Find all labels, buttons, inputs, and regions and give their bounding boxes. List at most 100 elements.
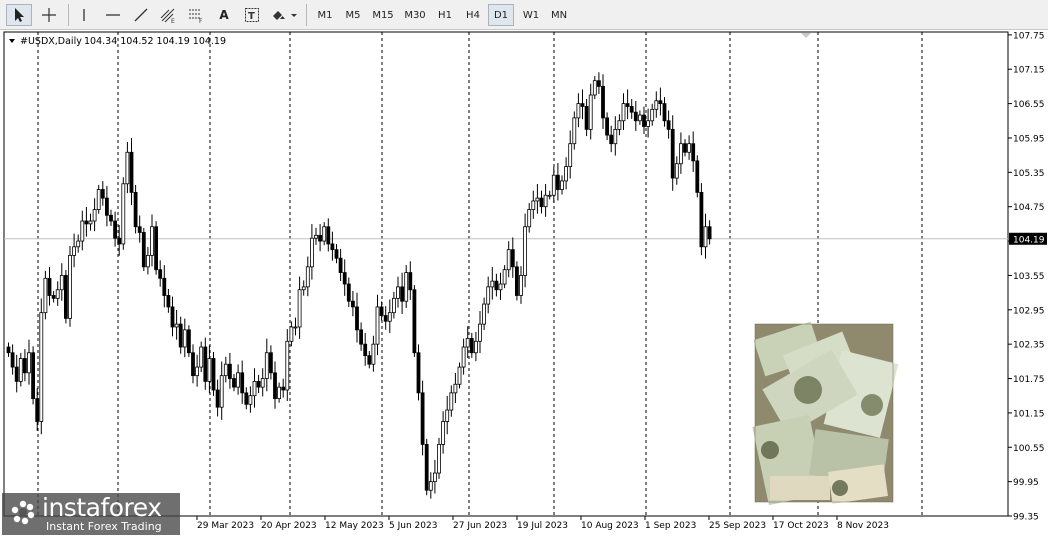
candle-body [687, 143, 691, 153]
timeframe-m15-button[interactable]: M15 [368, 4, 398, 26]
candle-body [383, 315, 388, 322]
candle-body [281, 386, 286, 391]
vertical-line-tool-button[interactable] [72, 4, 96, 26]
text-tool-button[interactable]: A [212, 4, 236, 26]
arrow-cursor-icon [15, 8, 24, 22]
timeframe-d1-button[interactable]: D1 [488, 4, 514, 26]
timeframe-w1-button[interactable]: W1 [518, 4, 544, 26]
equidistant-channel-button[interactable]: E [156, 4, 180, 26]
crosshair-tool-button[interactable] [36, 4, 62, 26]
x-tick-label: 5 Jun 2023 [389, 521, 437, 531]
candle-body [14, 366, 19, 382]
candle-body [363, 343, 368, 357]
candle-body [547, 194, 552, 197]
candle-body [625, 103, 630, 107]
candle-body [699, 191, 704, 248]
y-tick-label: 99.95 [1013, 478, 1039, 488]
candle-body [400, 286, 405, 302]
toolbar-separator [306, 4, 307, 26]
text-label-tool-button[interactable]: T [240, 4, 264, 26]
timeframe-h4-button[interactable]: H4 [460, 4, 486, 26]
candle-body [461, 346, 466, 368]
y-tick-label: 100.55 [1013, 444, 1045, 454]
timeframe-m5-button[interactable]: M5 [340, 4, 366, 26]
candle-body [453, 383, 458, 394]
candle-body [240, 372, 245, 394]
crosshair-icon [42, 8, 56, 22]
candle-body [560, 180, 564, 190]
candle-body [387, 312, 392, 322]
ohlc-values: 104.34 104.52 104.19 104.19 [84, 36, 226, 47]
candle-body [186, 329, 191, 354]
candle-body [506, 249, 511, 271]
candle-body [420, 392, 425, 445]
candle-body [252, 380, 257, 397]
candle-body [457, 366, 462, 385]
cursor-tool-button[interactable] [6, 4, 32, 26]
timeframe-m30-button[interactable]: M30 [400, 4, 430, 26]
candle-body [338, 257, 343, 273]
instaforex-watermark: instaforex Instant Forex Trading [2, 493, 180, 535]
candle-body [666, 120, 671, 130]
candle-body [355, 306, 359, 331]
timeframe-m1-button[interactable]: M1 [312, 4, 338, 26]
chart-toolbar: E F A T M1 M5 M15 M30 H1 H4 D1 W1 MN [0, 0, 1048, 30]
candle-body [445, 409, 450, 422]
candle-body [519, 275, 523, 296]
candle-body [469, 338, 474, 354]
shapes-dropdown-button[interactable] [268, 4, 300, 26]
candle-body [96, 189, 101, 210]
price-chart[interactable]: 107.75 107.15 106.55 105.95 105.35 104.75 104.… [0, 30, 1048, 537]
candle-body [256, 380, 261, 388]
candle-body [10, 352, 15, 368]
svg-text:F: F [199, 18, 203, 24]
candle-body [568, 143, 573, 168]
candle-body [215, 389, 220, 408]
candle-body [379, 306, 384, 316]
candle-body [572, 117, 577, 145]
candle-body [170, 306, 175, 328]
candle-body [605, 117, 609, 136]
candle-body [539, 197, 544, 208]
candle-body [150, 226, 154, 256]
candle-body [510, 249, 515, 268]
text-icon: A [219, 8, 229, 22]
x-tick-label: 8 Nov 2023 [837, 521, 889, 531]
horizontal-line-icon [106, 14, 120, 16]
candle-body [76, 240, 81, 248]
candle-body [391, 297, 396, 314]
candle-body [371, 343, 376, 365]
candle-body [314, 234, 318, 239]
candle-body [88, 220, 93, 225]
toolbar-separator [68, 4, 69, 26]
candle-body [154, 226, 159, 271]
candle-body [43, 277, 48, 314]
trendline-tool-button[interactable] [128, 4, 154, 26]
candle-body [248, 395, 253, 405]
candle-body [691, 143, 696, 162]
candle-body [268, 352, 273, 374]
candle-body [638, 114, 642, 122]
timeframe-h1-button[interactable]: H1 [432, 4, 458, 26]
candle-body [396, 286, 400, 299]
timeframe-mn-button[interactable]: MN [546, 4, 572, 26]
candle-body [113, 220, 117, 239]
candle-body [121, 183, 126, 245]
candle-body [232, 378, 236, 388]
candle-body [346, 283, 351, 302]
fibonacci-button[interactable]: F [184, 4, 208, 26]
candle-body [350, 300, 355, 308]
candle-body [498, 283, 503, 291]
y-tick-label: 99.35 [1013, 513, 1039, 523]
chart-area[interactable]: 107.75 107.15 106.55 105.95 105.35 104.75 104.… [0, 30, 1048, 537]
candle-body [670, 128, 675, 179]
y-tick-label: 105.95 [1013, 134, 1045, 144]
candle-body [527, 209, 532, 228]
horizontal-line-tool-button[interactable] [100, 4, 126, 26]
y-tick-label: 107.75 [1013, 31, 1045, 41]
candle-body [564, 166, 568, 182]
candle-body [482, 303, 487, 325]
candle-body [535, 197, 540, 202]
candle-body [494, 280, 499, 291]
candle-body [162, 277, 167, 296]
